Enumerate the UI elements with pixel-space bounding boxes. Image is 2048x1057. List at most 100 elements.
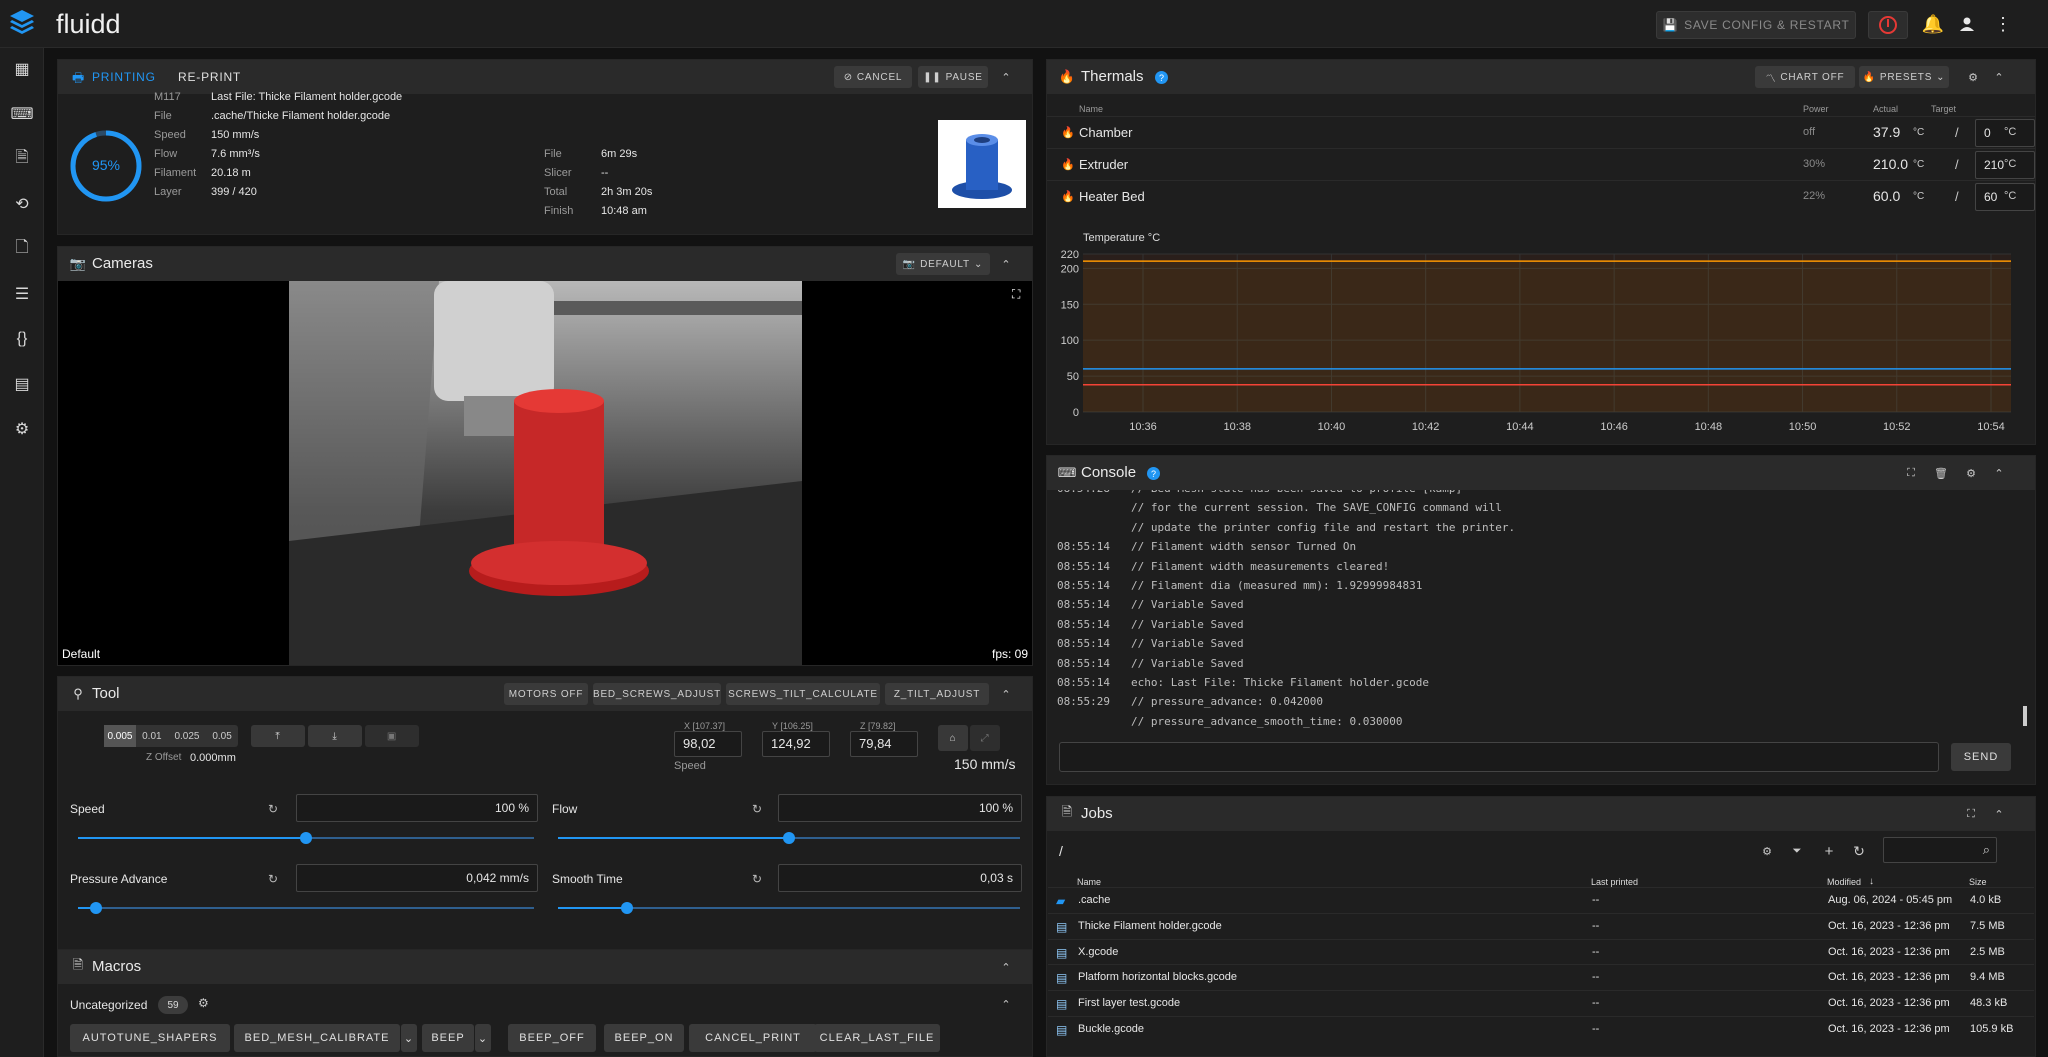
z-save-button[interactable]: ▣: [365, 725, 419, 747]
job-row[interactable]: ▰ .cache -- Aug. 06, 2024 - 05:45 pm 4.0 kB: [1048, 887, 2034, 912]
pause-button[interactable]: ❚❚ PAUSE: [918, 66, 988, 88]
dashboard-icon[interactable]: ▦: [11, 58, 33, 80]
calculator-icon[interactable]: ▤: [11, 373, 33, 395]
tab-reprint[interactable]: RE-PRINT: [178, 70, 241, 84]
motors-off-button[interactable]: MOTORS OFF: [504, 683, 588, 705]
macro-button[interactable]: BEEP_ON: [604, 1024, 684, 1052]
fullscreen-icon[interactable]: ⛶: [1903, 465, 1919, 481]
macro-group-settings-icon[interactable]: ⚙: [198, 996, 209, 1010]
settings-gear-icon[interactable]: ⚙: [1965, 69, 1981, 85]
step-option[interactable]: 0.05: [206, 725, 238, 747]
filter-icon[interactable]: ⏷: [1789, 843, 1805, 859]
job-row[interactable]: ▤ Buckle.gcode -- Oct. 16, 2023 - 12:36 pm 1…: [1048, 1016, 2034, 1041]
fullscreen-icon[interactable]: ⛶: [1963, 806, 1979, 822]
collapse-chevron-icon[interactable]: ⌃: [998, 686, 1014, 702]
bed-screws-adjust-button[interactable]: BED_SCREWS_ADJUST: [593, 683, 721, 705]
save-config-restart-button[interactable]: 💾 SAVE CONFIG & RESTART: [1656, 11, 1856, 39]
collapse-chevron-icon[interactable]: ⌃: [998, 959, 1014, 975]
heater-name[interactable]: Extruder: [1079, 157, 1128, 172]
group-collapse-chevron-icon[interactable]: ⌃: [998, 996, 1014, 1012]
macro-button[interactable]: BEEP: [422, 1024, 474, 1052]
settings-gear-icon[interactable]: ⚙: [11, 418, 33, 440]
jobs-search-input[interactable]: ⌕: [1883, 837, 1997, 863]
z-up-button[interactable]: ⤒: [251, 725, 305, 747]
slider-knob[interactable]: [90, 902, 103, 914]
macro-button[interactable]: AUTOTUNE_SHAPERS: [70, 1024, 230, 1052]
heater-target-input[interactable]: 210 °C: [1975, 151, 2035, 179]
collapse-chevron-icon[interactable]: ⌃: [1991, 465, 2007, 481]
camera-select-button[interactable]: 📷 DEFAULT ⌄: [896, 253, 990, 275]
pressure-advance-slider[interactable]: [78, 902, 534, 914]
y-position-input[interactable]: 124,92: [762, 731, 830, 757]
more-vertical-icon[interactable]: ⋮: [1992, 13, 2014, 35]
reset-speed-icon[interactable]: ↻: [268, 802, 278, 816]
flow-slider[interactable]: [558, 832, 1020, 844]
expand-move-button[interactable]: ⤢: [970, 725, 1000, 751]
z-tilt-adjust-button[interactable]: Z_TILT_ADJUST: [885, 683, 989, 705]
history-icon[interactable]: ⟲: [11, 193, 33, 215]
screws-tilt-calculate-button[interactable]: SCREWS_TILT_CALCULATE: [726, 683, 880, 705]
slider-knob[interactable]: [300, 832, 312, 844]
heater-name[interactable]: Chamber: [1079, 125, 1132, 140]
trash-icon[interactable]: 🗑: [1933, 465, 1949, 481]
tune-icon[interactable]: ☰: [11, 283, 33, 305]
pressure-advance-input[interactable]: 0,042 mm/s: [296, 864, 538, 892]
job-row[interactable]: ▤ Thicke Filament holder.gcode -- Oct. 16, …: [1048, 912, 2034, 938]
job-row[interactable]: ▤ X.gcode -- Oct. 16, 2023 - 12:36 pm 2.5 MB: [1048, 938, 2034, 964]
console-icon[interactable]: ⌨: [10, 103, 33, 125]
macro-button[interactable]: CLEAR_LAST_FILE: [814, 1024, 940, 1052]
gcode-settings-icon[interactable]: ⚙: [1759, 843, 1775, 859]
macro-button[interactable]: BED_MESH_CALIBRATE: [234, 1024, 400, 1052]
speed-factor-input[interactable]: 100 %: [296, 794, 538, 822]
collapse-chevron-icon[interactable]: ⌃: [998, 69, 1014, 85]
job-row[interactable]: ▤ Platform horizontal blocks.gcode -- Oct. …: [1048, 964, 2034, 989]
reset-smooth-time-icon[interactable]: ↻: [752, 872, 762, 886]
settings-gear-icon[interactable]: ⚙: [1963, 465, 1979, 481]
collapse-chevron-icon[interactable]: ⌃: [998, 256, 1014, 272]
tab-printing[interactable]: PRINTING: [92, 70, 156, 84]
jobs-file-icon[interactable]: 🗎: [11, 148, 33, 170]
z-down-button[interactable]: ⤓: [308, 725, 362, 747]
reset-pa-icon[interactable]: ↻: [268, 872, 278, 886]
refresh-icon[interactable]: ↻: [1851, 843, 1867, 859]
fullscreen-icon[interactable]: ⛶: [1012, 287, 1020, 302]
smooth-time-input[interactable]: 0,03 s: [778, 864, 1022, 892]
macro-button[interactable]: CANCEL_PRINT: [689, 1024, 817, 1052]
bell-icon[interactable]: 🔔: [1922, 13, 1944, 35]
collapse-chevron-icon[interactable]: ⌃: [1991, 69, 2007, 85]
collapse-chevron-icon[interactable]: ⌃: [1991, 806, 2007, 822]
step-option[interactable]: 0.025: [168, 725, 206, 747]
x-position-input[interactable]: 98,02: [674, 731, 742, 757]
send-button[interactable]: SEND: [1951, 743, 2011, 771]
gcode-file-icon[interactable]: 🗋: [11, 238, 33, 260]
heater-name[interactable]: Heater Bed: [1079, 189, 1145, 204]
console-output[interactable]: 08:54:28// Bed Mesh state has been saved…: [1047, 490, 2023, 730]
chart-toggle-button[interactable]: 〽 CHART OFF: [1755, 66, 1855, 88]
emergency-stop-button[interactable]: [1868, 11, 1908, 39]
camera-viewport[interactable]: Default fps: 09 ⛶: [58, 281, 1032, 665]
speed-slider[interactable]: [78, 832, 534, 844]
add-icon[interactable]: +: [1821, 843, 1837, 860]
fluidd-logo[interactable]: [8, 8, 36, 40]
console-scrollbar[interactable]: [2023, 706, 2027, 726]
presets-button[interactable]: 🔥 PRESETS ⌄: [1859, 66, 1949, 88]
z-position-input[interactable]: 79,84: [850, 731, 918, 757]
reset-flow-icon[interactable]: ↻: [752, 802, 762, 816]
home-button[interactable]: ⌂: [938, 725, 968, 751]
macro-options-chevron-icon[interactable]: ⌄: [475, 1024, 491, 1052]
help-icon[interactable]: ?: [1155, 71, 1168, 84]
job-row[interactable]: ▤ First layer test.gcode -- Oct. 16, 2023 -…: [1048, 990, 2034, 1015]
col-modified[interactable]: Modified: [1827, 877, 1861, 887]
step-option[interactable]: 0.005: [104, 725, 136, 747]
heater-target-input[interactable]: 60 °C: [1975, 183, 2035, 211]
step-option[interactable]: 0.01: [136, 725, 168, 747]
macro-options-chevron-icon[interactable]: ⌄: [401, 1024, 417, 1052]
heater-target-input[interactable]: 0 °C: [1975, 119, 2035, 147]
slider-knob[interactable]: [783, 832, 795, 844]
user-icon[interactable]: [1956, 13, 1978, 35]
cancel-button[interactable]: ⊘ CANCEL: [834, 66, 912, 88]
slider-knob[interactable]: [621, 902, 634, 914]
console-command-input[interactable]: [1059, 742, 1939, 772]
smooth-time-slider[interactable]: [558, 902, 1020, 914]
macro-button[interactable]: BEEP_OFF: [508, 1024, 596, 1052]
